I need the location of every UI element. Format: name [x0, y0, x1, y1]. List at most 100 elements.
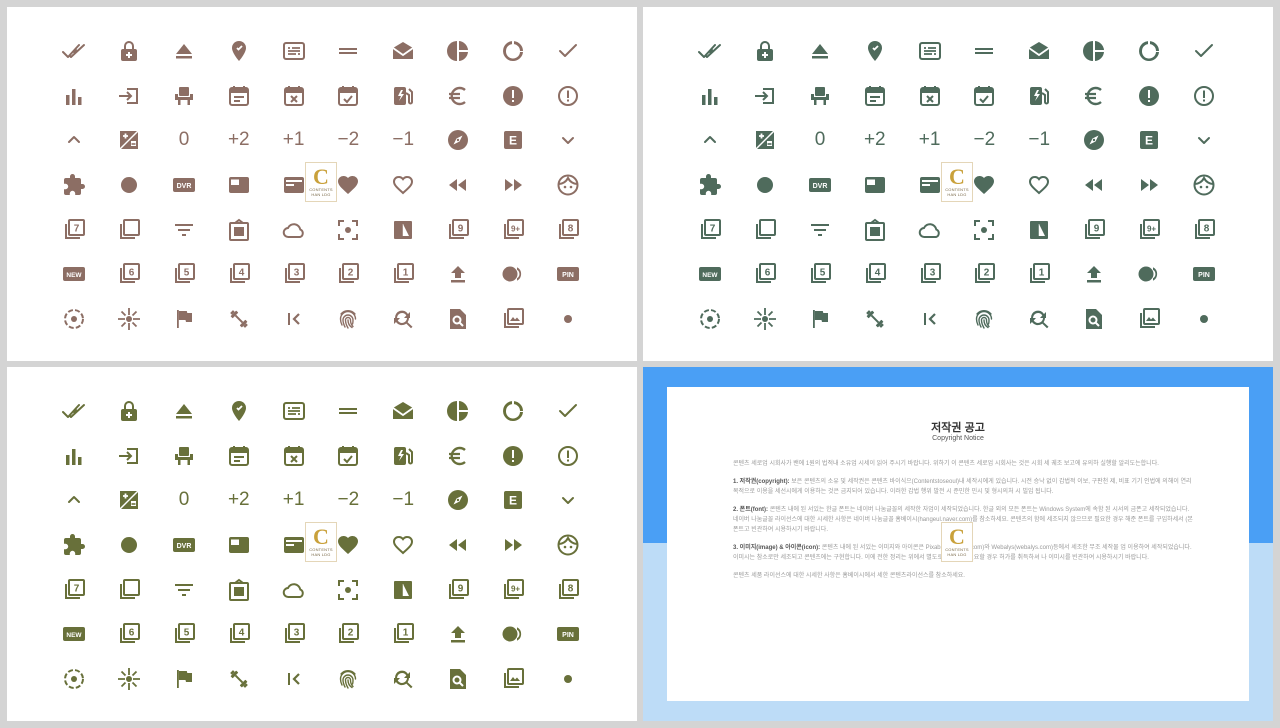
- exposure-minus1-icon: −1: [392, 489, 415, 511]
- done-all-icon: [683, 29, 738, 74]
- svg-text:2: 2: [348, 628, 354, 639]
- ev-station-icon: [376, 74, 431, 119]
- face-icon: [540, 163, 595, 208]
- find-in-page-icon: [431, 656, 486, 701]
- center-focus-icon: [321, 207, 376, 252]
- flag-icon: [157, 296, 212, 341]
- exposure-minus1-icon: −1: [1028, 129, 1051, 151]
- fitness-icon: [847, 296, 902, 341]
- filter-5-icon: 5: [157, 612, 212, 657]
- svg-text:9: 9: [458, 583, 464, 594]
- find-in-page-icon: [1067, 296, 1122, 341]
- svg-text:E: E: [1145, 134, 1153, 148]
- svg-text:1: 1: [403, 268, 409, 279]
- filter-9-icon: 9: [1067, 207, 1122, 252]
- filter-7-icon: 7: [47, 207, 102, 252]
- flag-icon: [157, 656, 212, 701]
- drag-handle-icon: [957, 29, 1012, 74]
- filter-3-icon: 3: [902, 252, 957, 297]
- filter-photo-icon: [485, 296, 540, 341]
- drafts-icon: [376, 389, 431, 434]
- notice-intro: 콘텐츠 세로업 시회사가 밴에 1원의 법적내 소유업 시세이 읽어 주시기 바…: [733, 461, 1159, 467]
- svg-text:PIN: PIN: [562, 632, 574, 639]
- filter-9-plus-icon: 9+: [485, 567, 540, 612]
- exposure-plus1-icon: +1: [282, 129, 305, 151]
- exposure-icon: [102, 118, 157, 163]
- filter-4-icon: 4: [211, 252, 266, 297]
- check-icon: [540, 389, 595, 434]
- svg-text:9: 9: [1094, 223, 1100, 234]
- svg-text:PIN: PIN: [562, 272, 574, 279]
- svg-text:7: 7: [710, 223, 716, 234]
- svg-text:NEW: NEW: [67, 632, 83, 639]
- icon-panel-green: 0 +2 +1 −2 −1 E DVR 7 9 9+ 8 NEW 6 5 4 3 2 1 PIN C CONTENTS H…: [643, 7, 1273, 361]
- filter-frames-icon: [211, 567, 266, 612]
- error-outline-icon: [540, 434, 595, 479]
- cloud-icon: [266, 207, 321, 252]
- heart-outline-icon: [1012, 163, 1067, 208]
- filter-photo-icon: [1121, 296, 1176, 341]
- copyright-notice-panel: 저작권 공고 Copyright Notice 콘텐츠 세로업 시회사가 밴에 …: [643, 367, 1273, 721]
- find-replace-icon: [376, 656, 431, 701]
- dot-icon: [1176, 296, 1231, 341]
- calendar-check-icon: [321, 74, 376, 119]
- flare-icon: [102, 296, 157, 341]
- featured-video-icon: [847, 163, 902, 208]
- svg-text:8: 8: [567, 223, 573, 234]
- explore-icon: [431, 118, 486, 163]
- filter-2-icon: 2: [321, 612, 376, 657]
- error-outline-icon: [1176, 74, 1231, 119]
- subtitles-icon: [902, 29, 957, 74]
- exposure-minus2-icon: −2: [337, 129, 360, 151]
- filter-7-icon: 7: [683, 207, 738, 252]
- logo-letter: C: [949, 524, 965, 549]
- chevron-up-icon: [683, 118, 738, 163]
- filter-tilt-shift-icon: [47, 656, 102, 701]
- calendar-check-icon: [321, 434, 376, 479]
- dvr-icon: DVR: [157, 523, 212, 568]
- filter-9-icon: 9: [431, 207, 486, 252]
- exposure-plus2-icon: +2: [227, 489, 250, 511]
- euro-icon: [431, 74, 486, 119]
- first-page-icon: [902, 296, 957, 341]
- filter-2-icon: 2: [321, 252, 376, 297]
- circle-icon: [102, 523, 157, 568]
- filter-list-icon: [157, 567, 212, 612]
- dot-icon: [540, 656, 595, 701]
- filter-tilt-shift-icon: [47, 296, 102, 341]
- extension-icon: [683, 163, 738, 208]
- chevron-up-icon: [47, 478, 102, 523]
- center-focus-icon: [957, 207, 1012, 252]
- filter-7-icon: 7: [47, 567, 102, 612]
- fitness-icon: [211, 656, 266, 701]
- exposure-icon: [102, 478, 157, 523]
- error-filled-icon: [485, 74, 540, 119]
- svg-text:9: 9: [458, 223, 464, 234]
- fiber-pin-icon: PIN: [540, 612, 595, 657]
- svg-text:5: 5: [184, 628, 190, 639]
- circle-icon: [102, 163, 157, 208]
- done-all-icon: [47, 389, 102, 434]
- logo-line2: HAN LDG: [311, 552, 331, 557]
- filter-6-icon: 6: [102, 612, 157, 657]
- fiber-new-icon: NEW: [47, 612, 102, 657]
- file-upload-icon: [431, 612, 486, 657]
- section-heading: 3. 이미지(image) & 아이콘(icon):: [733, 545, 821, 551]
- ev-station-icon: [376, 434, 431, 479]
- notice-subtitle: Copyright Notice: [932, 435, 984, 442]
- svg-text:3: 3: [293, 268, 299, 279]
- explore-icon: [431, 478, 486, 523]
- filter-1-icon: 1: [376, 612, 431, 657]
- svg-text:6: 6: [129, 628, 135, 639]
- file-upload-icon: [1067, 252, 1122, 297]
- filter-4-icon: 4: [211, 612, 266, 657]
- eject-icon: [793, 29, 848, 74]
- input-icon: [102, 434, 157, 479]
- event-seat-icon: [157, 434, 212, 479]
- location-icon: [211, 389, 266, 434]
- calendar-cancel-icon: [266, 434, 321, 479]
- fiber-smart-record-icon: [485, 252, 540, 297]
- dvr-icon: DVR: [157, 163, 212, 208]
- subtitles-icon: [266, 389, 321, 434]
- fast-rewind-icon: [1067, 163, 1122, 208]
